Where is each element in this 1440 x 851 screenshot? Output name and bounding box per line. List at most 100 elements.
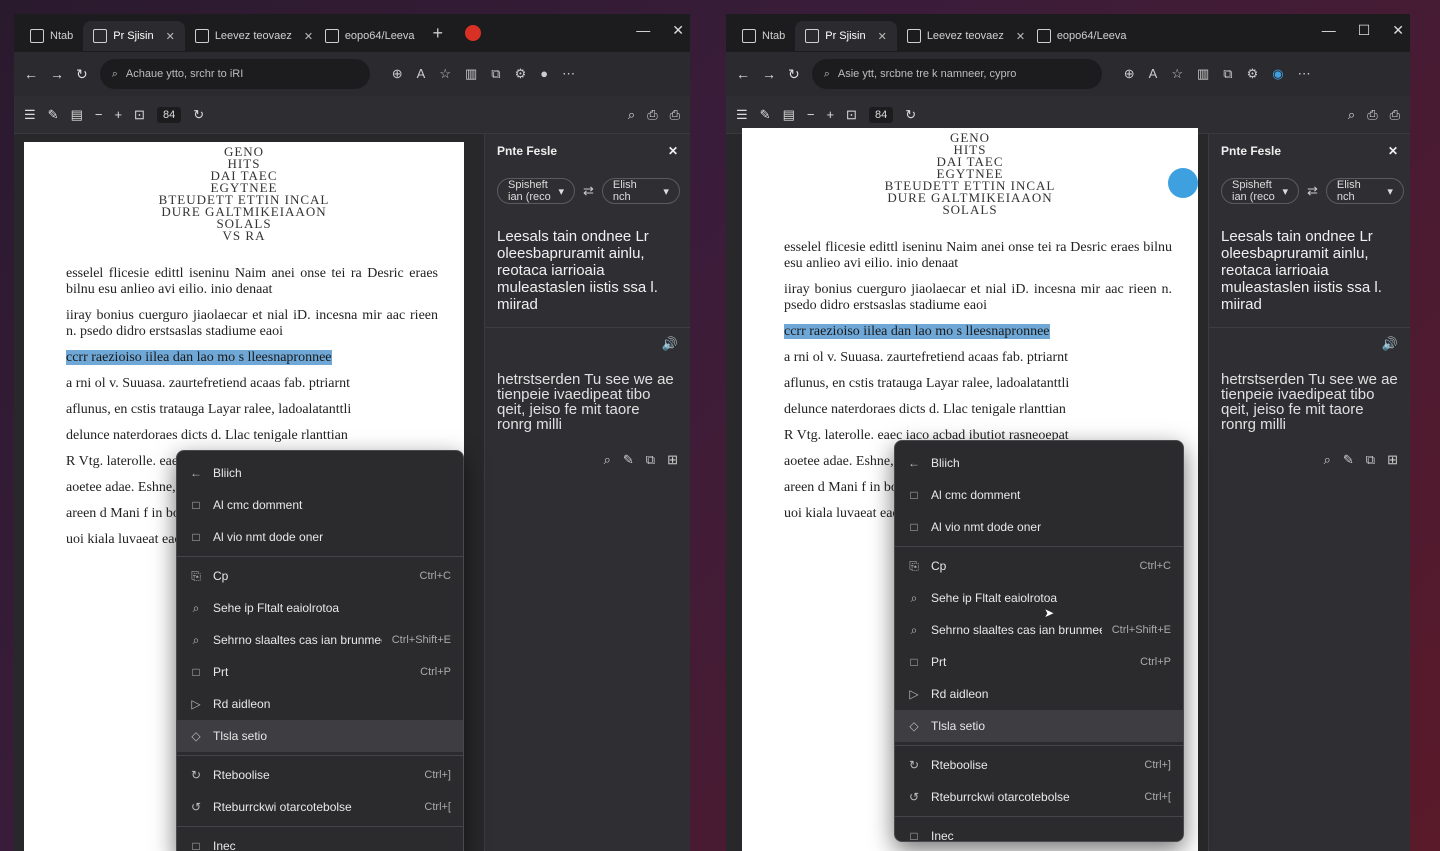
save-icon[interactable]: ⎙ <box>647 107 657 123</box>
menu-item[interactable]: ⌕ Sehe ip Fltalt eaiolrotoa <box>177 592 463 624</box>
split-icon[interactable]: ▥ <box>1197 66 1209 82</box>
forward-icon[interactable]: → <box>50 66 64 82</box>
extensions-icon[interactable]: ⚙ <box>1247 66 1259 82</box>
tab-1[interactable]: Pr Sjisin ✕ <box>795 21 897 51</box>
collections-icon[interactable]: ⧉ <box>1223 66 1232 82</box>
menu-item[interactable]: ⌕ Sehrno slaaltes cas ian brunmee Ctrl+Shi… <box>895 614 1183 646</box>
menu-item[interactable]: ↻ Rteboolise Ctrl+] <box>895 749 1183 781</box>
menu-item[interactable]: ↺ Rteburrckwi otarcotebolse Ctrl+[ <box>177 791 463 823</box>
zoom-out-icon[interactable]: − <box>807 107 815 122</box>
translate-indicator-icon[interactable] <box>1168 168 1198 198</box>
copy-icon[interactable]: ⧉ <box>646 452 655 468</box>
save-icon[interactable]: ⎙ <box>1367 107 1377 123</box>
omnibox[interactable]: ⌕ Achaue ytto, srchr to iRI <box>99 59 370 89</box>
read-aloud-icon[interactable]: A <box>1149 66 1158 82</box>
menu-item[interactable]: □ Al vio nmt dode oner <box>895 511 1183 543</box>
speaker-icon[interactable]: 🔊 <box>662 336 678 352</box>
more-icon[interactable]: ⋯ <box>1298 66 1311 82</box>
refresh-icon[interactable]: ↻ <box>788 66 800 83</box>
more-icon[interactable]: ⋯ <box>562 66 575 82</box>
menu-item[interactable]: □ Prt Ctrl+P <box>177 656 463 688</box>
maximize-button[interactable]: ☐ <box>1358 22 1371 39</box>
menu-item[interactable]: □ Al vio nmt dode oner <box>177 521 463 553</box>
page-number[interactable]: 84 <box>156 106 182 123</box>
search-pdf-icon[interactable]: ⌕ <box>1348 107 1355 123</box>
record-icon[interactable] <box>465 25 482 41</box>
target-language-select[interactable]: Elish nch ▾ <box>601 178 680 204</box>
menu-item[interactable]: ⎘ Cp Ctrl+C <box>177 560 463 592</box>
selected-text[interactable]: ccrr raezioiso iilea dan lao mo s lleesn… <box>66 350 332 365</box>
split-icon[interactable]: ▥ <box>465 66 477 82</box>
zoom-icon[interactable]: ⊕ <box>392 66 403 82</box>
zoom-in-icon[interactable]: + <box>826 107 834 122</box>
menu-item[interactable]: ▷ Rd aidleon <box>895 678 1183 710</box>
print-icon[interactable]: ⎙ <box>670 107 680 123</box>
search-icon[interactable]: ⌕ <box>604 452 611 468</box>
zoom-in-icon[interactable]: + <box>114 107 122 122</box>
close-tab-icon[interactable]: ✕ <box>878 30 887 43</box>
target-language-select[interactable]: Elish nch ▾ <box>1325 178 1404 204</box>
tab-3[interactable]: eopo64/Leeva <box>315 21 425 51</box>
menu-item[interactable]: ◇ Tlsla setio <box>177 720 463 752</box>
favorite-icon[interactable]: ☆ <box>439 66 451 82</box>
source-language-select[interactable]: Spisheft ian (reco ▾ <box>497 178 575 204</box>
favorite-icon[interactable]: ☆ <box>1171 66 1183 82</box>
close-tab-icon[interactable]: ✕ <box>304 30 313 43</box>
menu-item[interactable]: □ Al cmc domment <box>177 489 463 521</box>
forward-icon[interactable]: → <box>762 66 776 82</box>
close-tab-icon[interactable]: ✕ <box>1016 30 1025 43</box>
pdf-viewer[interactable]: GENO HITS DAI TAEC EGYTNEE BTEUDETT ETTI… <box>726 128 1410 851</box>
contents-icon[interactable]: ☰ <box>24 107 36 123</box>
swap-languages-icon[interactable]: ⇄ <box>583 183 594 199</box>
menu-item[interactable]: ▷ Rd aidleon <box>177 688 463 720</box>
rotate-icon[interactable]: ↻ <box>905 107 916 123</box>
tab-0[interactable]: Ntab <box>732 21 795 51</box>
menu-item[interactable]: ↻ Rteboolise Ctrl+] <box>177 759 463 791</box>
highlight-icon[interactable]: ▤ <box>783 107 795 123</box>
close-window-button[interactable]: ✕ <box>1392 22 1404 39</box>
menu-item[interactable]: □ Inec <box>895 820 1183 851</box>
selected-text[interactable]: ccrr raezioiso iilea dan lao mo s lleesn… <box>784 324 1050 339</box>
minimize-button[interactable]: — <box>636 22 650 39</box>
pdf-viewer[interactable]: GENO HITS DAI TAEC EGYTNEE BTEUDETT ETTI… <box>14 134 690 851</box>
tab-2[interactable]: Leevez teovaez ✕ <box>897 21 1027 51</box>
page-number[interactable]: 84 <box>868 106 894 123</box>
menu-item[interactable]: □ Inec <box>177 830 463 851</box>
minimize-button[interactable]: — <box>1322 22 1336 39</box>
refresh-icon[interactable]: ↻ <box>76 66 88 83</box>
draw-icon[interactable]: ✎ <box>48 107 59 123</box>
fit-icon[interactable]: ⊡ <box>134 107 145 123</box>
menu-item[interactable]: ← Bliich <box>177 457 463 489</box>
new-tab-button[interactable]: + <box>425 23 452 44</box>
swap-languages-icon[interactable]: ⇄ <box>1307 183 1318 199</box>
collections-icon[interactable]: ⧉ <box>491 66 500 82</box>
copy-icon[interactable]: ⧉ <box>1366 452 1375 468</box>
edit-icon[interactable]: ✎ <box>623 452 634 468</box>
search-icon[interactable]: ⌕ <box>1324 452 1331 468</box>
rotate-icon[interactable]: ↻ <box>193 107 204 123</box>
draw-icon[interactable]: ✎ <box>760 107 771 123</box>
back-icon[interactable]: ← <box>24 66 38 82</box>
zoom-icon[interactable]: ⊕ <box>1124 66 1135 82</box>
tab-0[interactable]: Ntab <box>20 21 83 51</box>
menu-item[interactable]: □ Prt Ctrl+P <box>895 646 1183 678</box>
tab-2[interactable]: Leevez teovaez ✕ <box>185 21 315 51</box>
highlight-icon[interactable]: ▤ <box>71 107 83 123</box>
back-icon[interactable]: ← <box>736 66 750 82</box>
tab-3[interactable]: eopo64/Leeva <box>1027 21 1137 51</box>
extensions-icon[interactable]: ⚙ <box>515 66 527 82</box>
tab-1[interactable]: Pr Sjisin ✕ <box>83 21 185 51</box>
close-window-button[interactable]: ✕ <box>672 22 684 39</box>
omnibox[interactable]: ⌕ Asie ytt, srcbne tre k namneer, cypro <box>811 59 1102 89</box>
edit-icon[interactable]: ✎ <box>1343 452 1354 468</box>
contents-icon[interactable]: ☰ <box>736 107 748 123</box>
print-icon[interactable]: ⎙ <box>1390 107 1400 123</box>
read-aloud-icon[interactable]: A <box>417 66 426 82</box>
menu-item[interactable]: ⌕ Sehe ip Fltalt eaiolrotoa <box>895 582 1183 614</box>
search-pdf-icon[interactable]: ⌕ <box>628 107 635 123</box>
menu-item[interactable]: □ Al cmc domment <box>895 479 1183 511</box>
close-panel-icon[interactable]: ✕ <box>1388 144 1398 158</box>
zoom-out-icon[interactable]: − <box>95 107 103 122</box>
source-language-select[interactable]: Spisheft ian (reco ▾ <box>1221 178 1299 204</box>
menu-item[interactable]: ↺ Rteburrckwi otarcotebolse Ctrl+[ <box>895 781 1183 813</box>
